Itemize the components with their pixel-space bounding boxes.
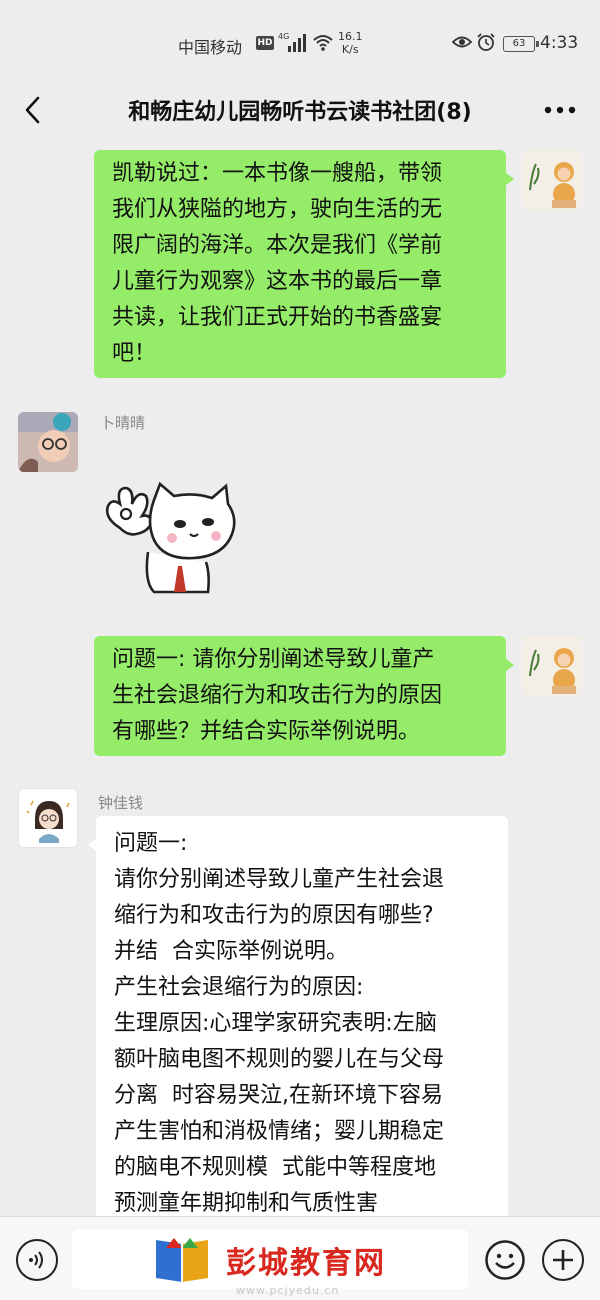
message-line: 额叶脑电图不规则的婴儿在与父母 xyxy=(114,1047,445,1072)
my-avatar[interactable] xyxy=(522,150,582,210)
chat-header: 和畅庄幼儿园畅听书云读书社团(8) xyxy=(0,80,600,140)
chat-title: 和畅庄幼儿园畅听书云读书社团(8) xyxy=(128,100,472,125)
message-line: 共读，让我们正式开始的书香盛宴 xyxy=(112,305,443,330)
message-line: 产生社会退缩行为的原因: xyxy=(114,975,364,1000)
hd-badge: HD xyxy=(256,36,274,50)
sender-name: 卜晴晴 xyxy=(100,414,146,432)
clock: 4:33 xyxy=(540,33,579,53)
girl-avatar-icon xyxy=(18,412,78,472)
more-icon xyxy=(544,106,576,114)
speed-unit: K/s xyxy=(341,43,359,56)
plus-icon xyxy=(553,1250,573,1270)
status-bar: 中国移动 HD 4G 16.1 K/s 63 4:33 xyxy=(0,0,600,88)
message-line: 预测童年期抑制和气质性害 xyxy=(114,1191,379,1216)
voice-button[interactable] xyxy=(16,1239,58,1281)
message-bubble[interactable]: 问题一: 请你分别阐述导致儿童产 生社会退缩行为和攻击行为的原因 有哪些？并结合… xyxy=(94,636,514,756)
message-line: 的脑电不规则模 式能中等程度地 xyxy=(114,1155,436,1180)
message-line: 问题一: xyxy=(114,831,188,856)
watermark: 彭城教育网 xyxy=(150,1232,450,1288)
message-line: 限广阔的海洋。本次是我们《学前 xyxy=(112,233,443,258)
more-functions-button[interactable] xyxy=(542,1239,584,1281)
alarm-icon xyxy=(476,32,496,52)
child-avatar-icon xyxy=(522,150,582,210)
watermark-text: 彭城教育网 xyxy=(226,1246,386,1281)
message-bubble[interactable]: 凯勒说过：一本书像一艘船，带领 我们从狭隘的地方，驶向生活的无 限广阔的海洋。本… xyxy=(94,150,514,378)
network-type-label: 4G xyxy=(278,32,289,41)
my-avatar[interactable] xyxy=(522,636,582,696)
message-list[interactable]: 凯勒说过：一本书像一艘船，带领 我们从狭隘的地方，驶向生活的无 限广阔的海洋。本… xyxy=(0,140,600,1216)
speed-value: 16.1 xyxy=(338,30,363,43)
wifi-icon xyxy=(312,32,334,52)
message-line: 生理原因:心理学家研究表明:左脑 xyxy=(114,1011,437,1036)
message-line: 问题一: 请你分别阐述导致儿童产 xyxy=(112,647,435,672)
more-button[interactable] xyxy=(538,92,582,128)
message-line: 分离 时容易哭泣,在新环境下容易 xyxy=(114,1083,443,1108)
emoji-icon xyxy=(485,1240,525,1280)
message-line: 请你分别阐述导致儿童产生社会退 xyxy=(114,867,445,892)
sender-avatar[interactable] xyxy=(18,788,78,848)
sender-avatar[interactable] xyxy=(18,412,78,472)
emoji-button[interactable] xyxy=(484,1239,526,1281)
message-line: 有哪些？并结合实际举例说明。 xyxy=(112,719,421,744)
signal-icon: 4G xyxy=(278,30,308,54)
ok-cat-sticker-icon xyxy=(105,481,236,594)
child-avatar-icon xyxy=(522,636,582,696)
message-line: 凯勒说过：一本书像一艘船，带领 xyxy=(112,161,443,186)
cartoon-girl-avatar-icon xyxy=(19,789,77,847)
message-line: 并结 合实际举例说明。 xyxy=(114,939,348,964)
carrier-label: 中国移动 xyxy=(178,38,243,57)
sticker-message[interactable] xyxy=(98,470,238,595)
message-line: 生社会退缩行为和攻击行为的原因 xyxy=(112,683,443,708)
book-logo-icon xyxy=(156,1238,208,1282)
message-line: 吧！ xyxy=(112,341,157,366)
voice-icon xyxy=(29,1251,43,1269)
eye-icon xyxy=(451,34,473,50)
battery-indicator: 63 xyxy=(503,36,539,52)
chevron-left-icon xyxy=(25,96,40,124)
back-button[interactable] xyxy=(14,90,50,130)
message-line: 儿童行为观察》这本书的最后一章 xyxy=(112,269,443,294)
network-speed: 16.1 K/s xyxy=(338,30,363,56)
watermark-url: www.pcjyedu.cn xyxy=(236,1284,340,1297)
message-line: 我们从狭隘的地方，驶向生活的无 xyxy=(112,197,443,222)
message-line: 产生害怕和消极情绪；婴儿期稳定 xyxy=(114,1119,445,1144)
message-line: 缩行为和攻击行为的原因有哪些? xyxy=(114,903,434,928)
sender-name: 钟佳钱 xyxy=(98,794,144,812)
message-bubble[interactable]: 问题一: 请你分别阐述导致儿童产生社会退 缩行为和攻击行为的原因有哪些? 并结 … xyxy=(88,816,508,1216)
